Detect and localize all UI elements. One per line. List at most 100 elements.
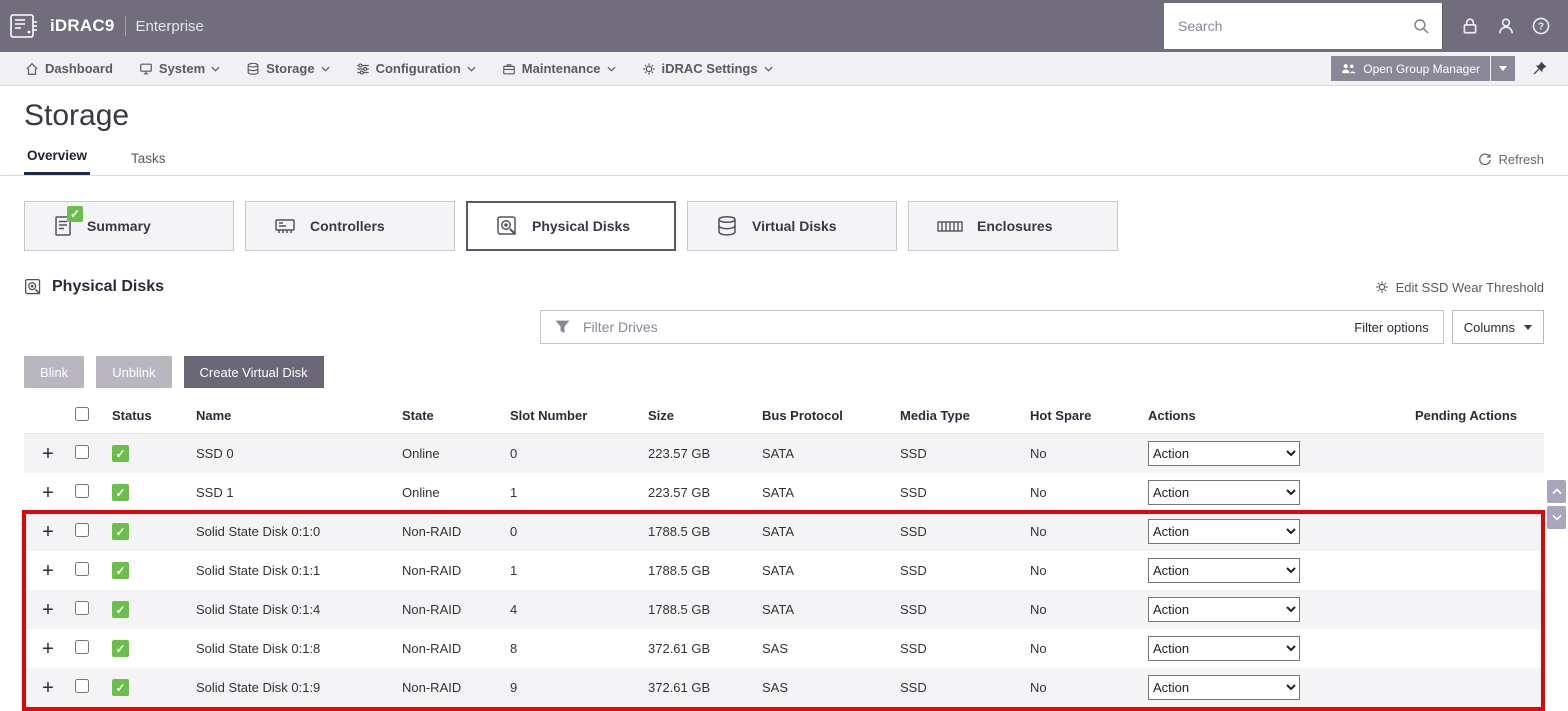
open-group-manager-caret[interactable] [1491,56,1515,81]
edit-ssd-wear-threshold-link[interactable]: Edit SSD Wear Threshold [1375,280,1544,295]
filter-drives-box: Filter options [540,310,1444,344]
table-row: + ✓ Solid State Disk 0:1:0 Non-RAID 0 17… [24,512,1544,551]
expand-row-button[interactable]: + [34,600,54,620]
disk-media-type: SSD [900,680,927,695]
expand-row-button[interactable]: + [34,444,54,464]
pin-icon[interactable] [1531,60,1548,77]
row-checkbox[interactable] [75,601,89,615]
expand-row-button[interactable]: + [34,561,54,581]
row-checkbox[interactable] [75,445,89,459]
brand-divider [124,16,126,36]
nav-item-dashboard[interactable]: Dashboard [25,61,113,76]
disk-bus-protocol: SAS [762,641,789,656]
disk-bus-protocol: SATA [762,602,795,617]
disk-size: 223.57 GB [648,446,711,461]
tab-overview[interactable]: Overview [24,148,91,175]
disk-bus-protocol: SATA [762,485,795,500]
open-group-manager-button[interactable]: Open Group Manager [1331,56,1490,81]
disk-media-type: SSD [900,602,927,617]
row-action-select[interactable]: Action [1148,597,1300,622]
card-summary[interactable]: ✓ Summary [24,201,234,251]
nav-item-maintenance[interactable]: Maintenance [502,61,616,76]
nav-item-configuration[interactable]: Configuration [356,61,476,76]
main-nav: Dashboard System Storage Configuration M… [0,52,1568,86]
chevron-down-icon [321,66,330,72]
filter-row: Filter options Columns [24,310,1544,344]
row-checkbox[interactable] [75,640,89,654]
search-icon[interactable] [1413,18,1430,35]
row-action-select[interactable]: Action [1148,675,1300,700]
nav-item-storage[interactable]: Storage [246,61,330,76]
card-controllers[interactable]: Controllers [245,201,455,251]
disk-bus-protocol: SATA [762,563,795,578]
disk-name: SSD 0 [196,446,234,461]
nav-item-system[interactable]: System [139,61,220,76]
search-input[interactable] [1176,17,1413,35]
disk-media-type: SSD [900,524,927,539]
disk-slot: 1 [510,485,518,500]
filter-drives-input[interactable] [581,318,1344,336]
tab-tasks[interactable]: Tasks [128,151,169,175]
expand-row-button[interactable]: + [34,483,54,503]
col-pending-actions: Pending Actions [1414,408,1518,423]
filter-options-link[interactable]: Filter options [1354,320,1428,335]
caret-down-icon [1524,324,1532,330]
disk-slot: 8 [510,641,518,656]
disk-state: Non-RAID [402,602,462,617]
physical-disks-table: Status Name State Slot Number Size Bus P… [22,398,1545,711]
blink-button[interactable]: Blink [24,356,85,388]
disk-hot-spare: No [1030,485,1047,500]
expand-row-button[interactable]: + [34,522,54,542]
row-action-select[interactable]: Action [1148,441,1300,466]
table-body: + ✓ SSD 0 Online 0 223.57 GB SATA SSD No… [24,434,1544,707]
status-ok-icon: ✓ [112,562,129,579]
disk-state: Non-RAID [402,641,462,656]
select-all-checkbox[interactable] [75,407,89,421]
virtual-disks-icon [716,215,738,237]
disk-name: Solid State Disk 0:1:1 [196,563,321,578]
nav-item-idrac-settings[interactable]: iDRAC Settings [642,61,773,76]
physical-disks-icon [24,278,42,296]
card-virtual-disks[interactable]: Virtual Disks [687,201,897,251]
status-ok-icon: ✓ [112,601,129,618]
unblink-button[interactable]: Unblink [96,356,172,388]
disk-slot: 0 [510,524,518,539]
table-row: + ✓ SSD 1 Online 1 223.57 GB SATA SSD No… [24,473,1544,512]
col-slot-number: Slot Number [510,408,588,423]
chevron-down-icon [467,66,476,72]
card-physical-disks[interactable]: Physical Disks [466,201,676,251]
row-checkbox[interactable] [75,562,89,576]
status-ok-icon: ✓ [112,484,129,501]
page-title: Storage [24,99,130,132]
row-action-select[interactable]: Action [1148,519,1300,544]
disk-hot-spare: No [1030,602,1047,617]
status-ok-icon: ✓ [112,679,129,696]
row-action-select[interactable]: Action [1148,636,1300,661]
row-checkbox[interactable] [75,523,89,537]
row-action-select[interactable]: Action [1148,480,1300,505]
scroll-down-button[interactable] [1547,506,1566,529]
user-icon[interactable] [1497,17,1515,35]
funnel-icon [555,320,570,334]
help-icon[interactable]: ? [1532,17,1550,35]
scroll-up-button[interactable] [1547,480,1566,503]
refresh-button[interactable]: Refresh [1478,152,1544,175]
group-icon [1342,64,1356,74]
sliders-icon [356,62,369,75]
columns-dropdown-button[interactable]: Columns [1451,310,1544,344]
lock-icon[interactable] [1461,17,1479,35]
row-action-select[interactable]: Action [1148,558,1300,583]
controllers-icon [274,215,296,237]
create-virtual-disk-button[interactable]: Create Virtual Disk [183,356,324,388]
card-enclosures[interactable]: Enclosures [908,201,1118,251]
col-actions: Actions [1148,408,1196,423]
idrac-logo-icon [8,10,40,42]
col-state: State [402,408,434,423]
table-action-buttons: Blink Unblink Create Virtual Disk [24,356,1544,388]
expand-row-button[interactable]: + [34,639,54,659]
system-icon [140,63,152,74]
row-checkbox[interactable] [75,484,89,498]
disk-state: Non-RAID [402,524,462,539]
row-checkbox[interactable] [75,679,89,693]
disk-name: Solid State Disk 0:1:9 [196,680,321,695]
